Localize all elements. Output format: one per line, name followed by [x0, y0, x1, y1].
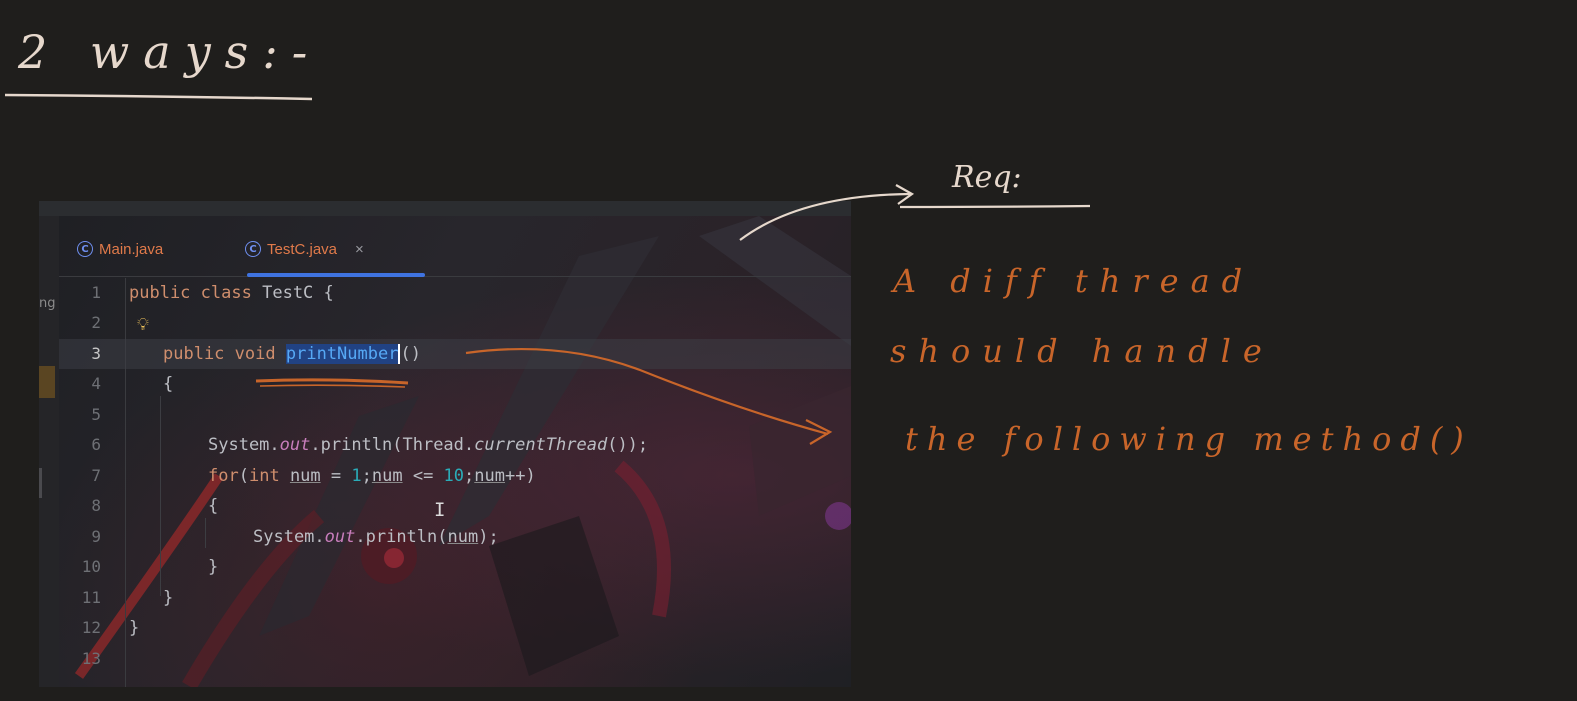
sidebar-highlight-mark — [39, 366, 55, 398]
editor-left-panel: ng — [39, 216, 59, 687]
title-underline — [4, 93, 313, 101]
note-line-2: should handle — [890, 332, 1274, 370]
line-number: 4 — [91, 374, 101, 393]
tab-label: TestC.java — [267, 240, 338, 258]
line-number: 13 — [81, 649, 101, 668]
editor-tab-bar: C Main.java C TestC.java × — [59, 216, 851, 277]
code-line-9: 9 System.out.println(num); — [59, 522, 851, 552]
req-arrow-head — [895, 184, 915, 205]
code-line-6: 6 System.out.println(Thread.currentThrea… — [59, 430, 851, 460]
note-line-3: the following method() — [905, 420, 1473, 458]
line-number: 10 — [81, 557, 101, 576]
note-line-1: A diff thread — [890, 262, 1254, 300]
tab-label: Main.java — [99, 240, 164, 258]
line-number: 3 — [91, 344, 101, 363]
code-area[interactable]: 💡︎ I 1 public class TestC { 2 3 public v… — [59, 278, 851, 687]
code-line-10: 10 } — [59, 552, 851, 582]
line-number: 5 — [91, 405, 101, 424]
code-line-2: 2 — [59, 308, 851, 338]
code-line-3: 3 public void printNumber() — [59, 339, 851, 369]
req-underline — [899, 204, 1091, 209]
tab-main-java[interactable]: C Main.java — [77, 234, 163, 264]
title-handwritten: 2 ways:- — [17, 25, 321, 79]
line-number: 6 — [91, 435, 101, 454]
req-label-handwritten: Req: — [951, 160, 1022, 195]
close-icon[interactable]: × — [355, 241, 364, 258]
active-tab-indicator — [247, 273, 425, 277]
class-c-icon: C — [77, 241, 93, 257]
selected-method-name: printNumber — [285, 344, 399, 364]
line-number: 12 — [81, 618, 101, 637]
code-line-13: 13 — [59, 644, 851, 674]
code-line-1: 1 public class TestC { — [59, 278, 851, 308]
line-number: 9 — [91, 527, 101, 546]
line-number: 1 — [91, 283, 101, 302]
code-line-11: 11 } — [59, 583, 851, 613]
class-c-icon: C — [245, 241, 261, 257]
tab-testc-java[interactable]: C TestC.java × — [245, 234, 364, 264]
line-number: 7 — [91, 466, 101, 485]
sidebar-fragment-text: ng — [39, 296, 56, 311]
line-number: 11 — [81, 588, 101, 607]
code-line-5: 5 — [59, 400, 851, 430]
code-line-4: 4 { — [59, 369, 851, 399]
line-number: 8 — [91, 496, 101, 515]
code-line-12: 12 } — [59, 613, 851, 643]
sidebar-scroll-mark — [39, 468, 42, 498]
code-line-7: 7 for(int num = 1;num <= 10;num++) — [59, 461, 851, 491]
code-editor-screenshot: ng C Main.java C TestC.java × 💡︎ I 1 pub… — [39, 201, 851, 687]
code-line-8: 8 { — [59, 491, 851, 521]
editor-top-strip — [39, 201, 851, 216]
line-number: 2 — [91, 313, 101, 332]
